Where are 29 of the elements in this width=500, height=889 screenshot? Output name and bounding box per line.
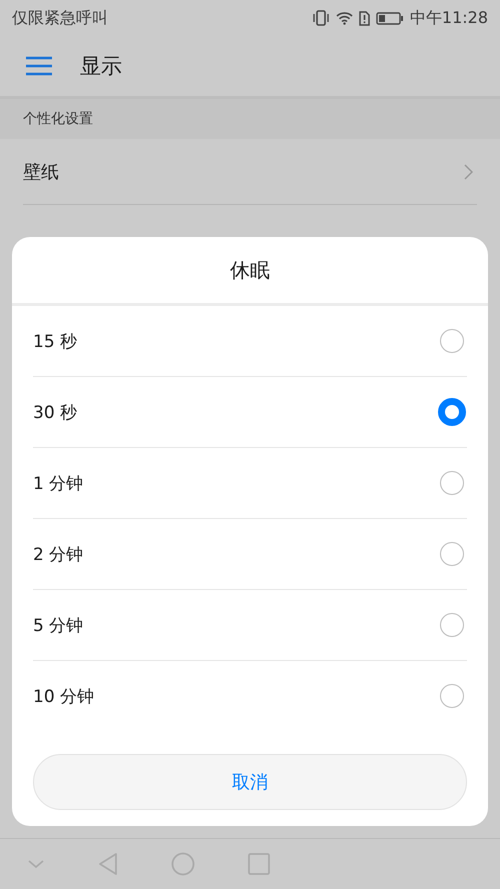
chevron-icon: [464, 164, 473, 180]
menu-icon[interactable]: [26, 56, 52, 76]
settings-item-label[interactable]: 壁纸: [23, 160, 59, 184]
option-label[interactable]: 5 分钟: [33, 614, 84, 636]
home-icon[interactable]: [170, 852, 195, 876]
radio-button[interactable]: [440, 684, 464, 708]
battery-icon: [376, 12, 404, 24]
option-label[interactable]: 15 秒: [33, 330, 78, 352]
collapse-icon[interactable]: [26, 859, 45, 869]
cancel-button[interactable]: 取消: [33, 754, 467, 810]
clock-text: 中午11:28: [410, 8, 488, 28]
sim-alert-icon: [358, 10, 370, 26]
radio-button[interactable]: [440, 329, 464, 353]
option-label[interactable]: 10 分钟: [33, 684, 94, 708]
back-icon[interactable]: [98, 852, 118, 876]
radio-button[interactable]: [440, 471, 464, 495]
vibrate-icon: [312, 10, 330, 26]
option-label[interactable]: 2 分钟: [33, 542, 84, 566]
page-title: 显示: [80, 53, 122, 80]
carrier-text: 仅限紧急呼叫: [12, 8, 108, 28]
section-heading: 个性化设置: [23, 110, 93, 128]
dialog-title: 休眠: [12, 237, 488, 306]
option-label[interactable]: 1 分钟: [33, 472, 84, 494]
wifi-icon: [336, 11, 353, 25]
radio-button[interactable]: [438, 398, 466, 426]
recents-icon[interactable]: [248, 853, 270, 875]
option-label[interactable]: 30 秒: [33, 400, 78, 424]
radio-button[interactable]: [440, 613, 464, 637]
radio-button[interactable]: [440, 542, 464, 566]
